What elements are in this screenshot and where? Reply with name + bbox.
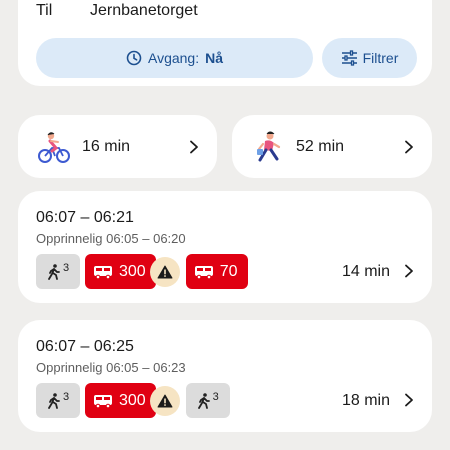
filter-label: Filtrer (362, 50, 399, 66)
trip-original-time: Opprinnelig 06:05 – 06:20 (36, 231, 186, 246)
walk-duration: 52 min (296, 137, 345, 155)
departure-value: Nå (205, 50, 224, 66)
chevron-right-icon (405, 264, 413, 278)
filter-button[interactable]: Filtrer (322, 38, 417, 78)
trip-card[interactable]: 06:07 – 06:25 Opprinnelig 06:05 – 06:23 … (18, 320, 432, 432)
trip-duration: 14 min (341, 263, 390, 280)
chevron-right-icon (190, 140, 198, 153)
sliders-icon (341, 50, 357, 66)
warning-badge[interactable] (149, 385, 180, 416)
warning-icon (157, 265, 173, 278)
trip-legs: 3 300 3 (36, 383, 235, 418)
bus-leg: 300 (85, 383, 156, 418)
trip-original-time: Opprinnelig 06:05 – 06:23 (36, 360, 186, 375)
walk-leg-minutes: 3 (62, 261, 70, 274)
departure-label: Avgang: (147, 50, 200, 66)
bike-duration: 16 min (82, 137, 131, 155)
walk-icon (48, 392, 60, 409)
bus-line-number: 300 (119, 262, 146, 280)
trip-legs: 3 300 70 (36, 254, 248, 289)
destination-value: Jernbanetorget (90, 2, 198, 19)
trip-duration: 18 min (341, 392, 390, 409)
bus-line-number: 300 (119, 391, 146, 409)
destination-row[interactable]: Til Jernbanetorget (36, 0, 198, 22)
chevron-right-icon (405, 393, 413, 407)
walk-leg: 3 (185, 383, 230, 418)
bus-icon (194, 265, 213, 279)
destination-label: Til (36, 2, 53, 19)
walk-leg-minutes: 3 (212, 390, 219, 403)
warning-badge[interactable] (149, 256, 180, 287)
search-card: Til Jernbanetorget Avgang: Nå Filtrer (18, 0, 432, 86)
walk-leg-minutes: 3 (62, 390, 70, 403)
bus-leg: 300 (85, 254, 156, 289)
bike-option-card[interactable]: 16 min (18, 115, 217, 178)
bus-leg: 70 (185, 254, 248, 289)
trip-card[interactable]: 06:07 – 06:21 Opprinnelig 06:05 – 06:20 … (18, 191, 432, 303)
walk-leg: 3 (36, 383, 80, 418)
walk-icon (48, 263, 60, 280)
bus-icon (94, 265, 112, 279)
bus-icon (94, 394, 112, 408)
bus-line-number: 70 (219, 262, 238, 280)
clock-icon (126, 50, 142, 66)
walk-icon (197, 392, 210, 409)
walker-icon (257, 131, 281, 161)
trip-time: 06:07 – 06:25 (36, 338, 134, 355)
departure-time-button[interactable]: Avgang: Nå (36, 38, 313, 78)
walk-option-card[interactable]: 52 min (232, 115, 432, 178)
trip-time: 06:07 – 06:21 (36, 209, 134, 226)
chevron-right-icon (405, 140, 413, 153)
walk-leg: 3 (36, 254, 80, 289)
warning-icon (157, 394, 173, 407)
cyclist-icon (38, 131, 70, 163)
